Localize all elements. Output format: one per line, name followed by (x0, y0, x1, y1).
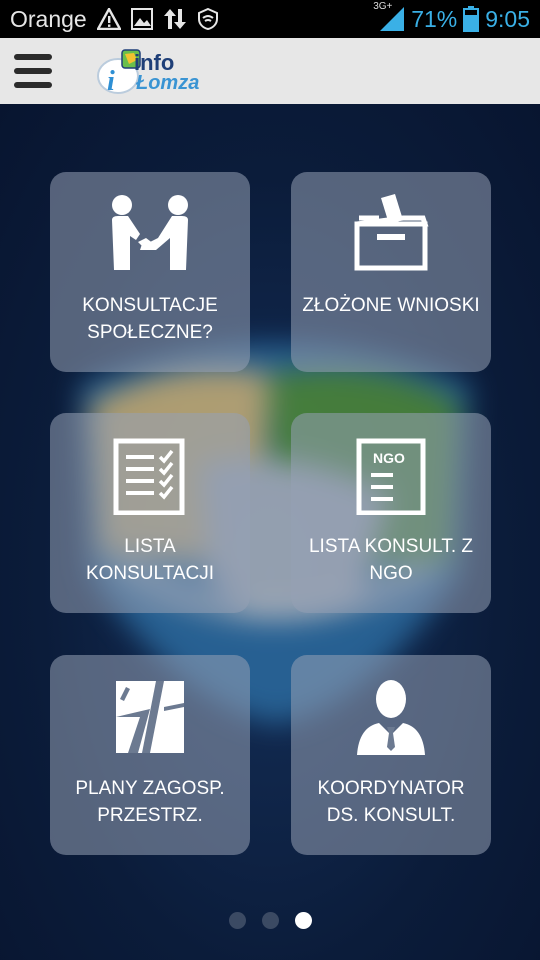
ngo-icon-label: NGO (373, 450, 405, 466)
person-icon (357, 680, 425, 755)
tile-label: KOORDYNATOR DS. KONSULT. (317, 778, 465, 826)
dashboard: KONSULTACJE SPOŁECZNE? ZŁOŻONE WNIOSKI L… (0, 104, 540, 960)
tile-label: LISTA KONSULT. Z NGO (308, 536, 473, 584)
ballot-box-icon (354, 194, 429, 271)
battery-percent: 71% (411, 5, 458, 32)
status-bar: Orange 3G+ 71% 9:05 (0, 0, 540, 38)
tile-consultations-coordinator[interactable]: KOORDYNATOR DS. KONSULT. (291, 655, 491, 855)
checklist-icon (113, 438, 185, 515)
warning-icon (96, 8, 121, 30)
page-indicator (0, 912, 540, 929)
tile-public-consultations[interactable]: KONSULTACJE SPOŁECZNE? (50, 172, 250, 372)
clock: 9:05 (485, 5, 530, 32)
image-icon (130, 8, 153, 30)
tile-ngo-consultations-list[interactable]: NGO LISTA KONSULT. Z NGO (291, 413, 491, 613)
carrier-name: Orange (10, 5, 87, 32)
network-type: 3G+ (373, 1, 393, 12)
signal-indicator: 3G+ (373, 1, 405, 32)
tile-label: PLANY ZAGOSP. PRZESTRZ. (75, 778, 225, 826)
tile-label: KONSULTACJE SPOŁECZNE? (82, 295, 218, 343)
page-dot-1[interactable] (228, 912, 246, 929)
status-left: Orange (10, 5, 219, 33)
page-dot-3-active[interactable] (294, 912, 312, 929)
data-transfer-icon (163, 9, 186, 29)
svg-text:i: i (107, 66, 115, 96)
handshake-icon (112, 195, 188, 270)
page-dot-2[interactable] (261, 912, 279, 929)
status-right: 3G+ 71% 9:05 (373, 1, 530, 34)
app-logo: i info Łomza (96, 46, 206, 98)
hamburger-menu-icon[interactable] (14, 54, 52, 88)
tile-submitted-applications[interactable]: ZŁOŻONE WNIOSKI (291, 172, 491, 372)
map-icon (116, 681, 184, 753)
tile-label: LISTA KONSULTACJI (85, 536, 215, 584)
tile-spatial-plans[interactable]: PLANY ZAGOSP. PRZESTRZ. (50, 655, 250, 855)
battery-icon (463, 6, 480, 32)
ngo-document-icon: NGO (356, 438, 426, 515)
app-bar: i info Łomza (0, 38, 540, 105)
shield-wifi-icon (197, 8, 218, 30)
tile-consultations-list[interactable]: LISTA KONSULTACJI (50, 413, 250, 613)
tile-label: ZŁOŻONE WNIOSKI (302, 295, 480, 316)
logo-text-lomza: Łomza (136, 72, 200, 94)
